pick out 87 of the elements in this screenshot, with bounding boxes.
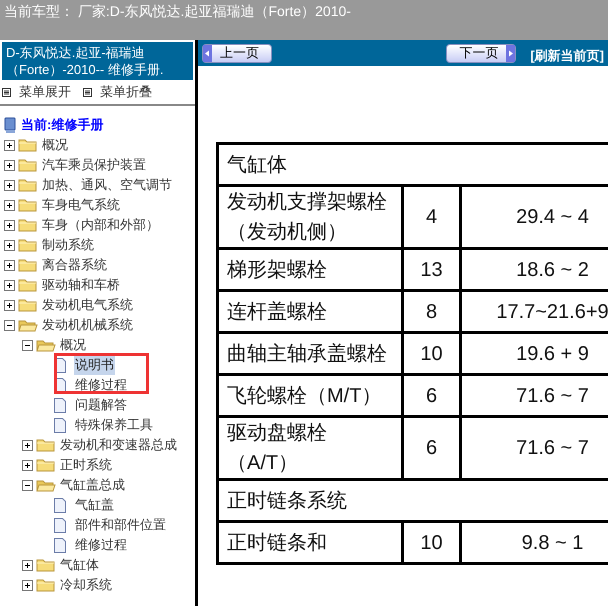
table-cell: 13 bbox=[402, 248, 460, 290]
manual-title: D-东风悦达.起亚-福瑞迪（Forte）-2010-- 维修手册. bbox=[2, 42, 193, 80]
tree-item[interactable]: 正时系统 bbox=[59, 455, 113, 475]
folder-icon bbox=[36, 438, 56, 452]
expand-icon[interactable] bbox=[4, 200, 15, 210]
refresh-link[interactable]: [刷新当前页] bbox=[530, 46, 604, 66]
folder-icon bbox=[18, 278, 38, 292]
table-cell: 驱动盘螺栓（A/T） bbox=[218, 416, 402, 480]
expand-icon[interactable] bbox=[4, 240, 15, 250]
expand-icon[interactable] bbox=[4, 180, 15, 190]
previous-page-button[interactable]: 上一页 bbox=[202, 44, 272, 62]
document-icon bbox=[54, 398, 66, 412]
expand-icon[interactable] bbox=[4, 260, 15, 270]
menu-link[interactable]: 菜单展开 bbox=[19, 82, 71, 102]
table-cell: 正时链条和 bbox=[218, 522, 402, 564]
table-cell: 6 bbox=[402, 374, 460, 416]
tree-item[interactable]: 气缸盖总成 bbox=[59, 475, 126, 495]
document-icon bbox=[54, 538, 66, 552]
table-cell: 8 bbox=[402, 290, 460, 332]
folder-icon bbox=[18, 218, 38, 232]
tree-item[interactable]: 驱动轴和车桥 bbox=[41, 275, 121, 295]
next-page-button[interactable]: 下一页 bbox=[446, 44, 516, 62]
tree-item[interactable]: 问题解答 bbox=[74, 395, 128, 415]
tree-item[interactable]: 维修过程 bbox=[74, 375, 128, 395]
tree-item[interactable]: 汽车乘员保护装置 bbox=[41, 155, 147, 175]
tree-item[interactable]: 发动机和变速器总成 bbox=[59, 435, 178, 455]
tree-item[interactable]: 车身（内部和外部） bbox=[41, 215, 160, 235]
table-cell: 10 bbox=[402, 332, 460, 374]
table-cell: 6 bbox=[402, 416, 460, 480]
folder-icon bbox=[36, 578, 56, 592]
current-location: 当前:维修手册 bbox=[21, 116, 104, 134]
folder-icon bbox=[18, 258, 38, 272]
tree-item[interactable]: 离合器系统 bbox=[41, 255, 108, 275]
expand-icon[interactable] bbox=[4, 220, 15, 230]
menu-icon bbox=[83, 88, 92, 96]
folder-icon bbox=[36, 558, 56, 572]
document-icon bbox=[54, 518, 66, 532]
tree-item[interactable]: 冷却系统 bbox=[59, 575, 113, 595]
expand-icon[interactable] bbox=[22, 440, 33, 450]
expand-icon[interactable] bbox=[4, 140, 15, 150]
open-folder-icon bbox=[36, 338, 56, 352]
folder-icon bbox=[18, 178, 38, 192]
computer-icon bbox=[4, 117, 17, 133]
section-heading: 气缸体 bbox=[218, 144, 608, 186]
expand-icon[interactable] bbox=[4, 160, 15, 170]
tree-item[interactable]: 制动系统 bbox=[41, 235, 95, 255]
menu-link[interactable]: 菜单折叠 bbox=[100, 82, 152, 102]
expand-icon[interactable] bbox=[22, 560, 33, 570]
collapse-icon[interactable] bbox=[22, 340, 33, 350]
table-cell: 飞轮螺栓（M/T） bbox=[218, 374, 402, 416]
expand-icon[interactable] bbox=[4, 280, 15, 290]
document-icon bbox=[54, 418, 66, 432]
open-folder-icon bbox=[36, 478, 56, 492]
section-heading: 正时链条系统 bbox=[218, 480, 608, 522]
table-cell: 4 bbox=[402, 186, 460, 248]
table-cell: 发动机支撑架螺栓（发动机侧） bbox=[218, 186, 402, 248]
tree-item[interactable]: 发动机电气系统 bbox=[41, 295, 134, 315]
tree-item[interactable]: 维修过程 bbox=[74, 535, 128, 555]
table-cell: 梯形架螺栓 bbox=[218, 248, 402, 290]
folder-icon bbox=[18, 158, 38, 172]
expand-icon[interactable] bbox=[22, 580, 33, 590]
expand-icon[interactable] bbox=[22, 460, 33, 470]
tree-item[interactable]: 气缸盖 bbox=[74, 495, 115, 515]
folder-icon bbox=[36, 458, 56, 472]
folder-icon bbox=[18, 298, 38, 312]
document-icon bbox=[54, 498, 66, 512]
tree-item[interactable]: 特殊保养工具 bbox=[74, 415, 154, 435]
open-folder-icon bbox=[18, 318, 38, 332]
tree-item[interactable]: 概况 bbox=[59, 335, 87, 355]
table-cell: 曲轴主轴承盖螺栓 bbox=[218, 332, 402, 374]
collapse-icon[interactable] bbox=[4, 320, 15, 330]
table-cell: 10 bbox=[402, 522, 460, 564]
menu-icon bbox=[2, 88, 11, 96]
tree-item[interactable]: 气缸体 bbox=[59, 555, 100, 575]
folder-icon bbox=[18, 198, 38, 212]
tree-item[interactable]: 部件和部件位置 bbox=[74, 515, 167, 535]
expand-icon[interactable] bbox=[4, 300, 15, 310]
car-model-text: 当前车型： 厂家:D-东风悦达.起亚福瑞迪（Forte）2010- bbox=[4, 3, 351, 19]
tree-item[interactable]: 车身电气系统 bbox=[41, 195, 121, 215]
tree-item[interactable]: 说明书 bbox=[74, 355, 115, 375]
collapse-icon[interactable] bbox=[22, 480, 33, 490]
tree-item[interactable]: 加热、通风、空气调节 bbox=[41, 175, 173, 195]
tree-item[interactable]: 发动机机械系统 bbox=[41, 315, 134, 335]
folder-icon bbox=[18, 138, 38, 152]
folder-icon bbox=[18, 238, 38, 252]
table-cell: 连杆盖螺栓 bbox=[218, 290, 402, 332]
tree-item[interactable]: 概况 bbox=[41, 135, 69, 155]
